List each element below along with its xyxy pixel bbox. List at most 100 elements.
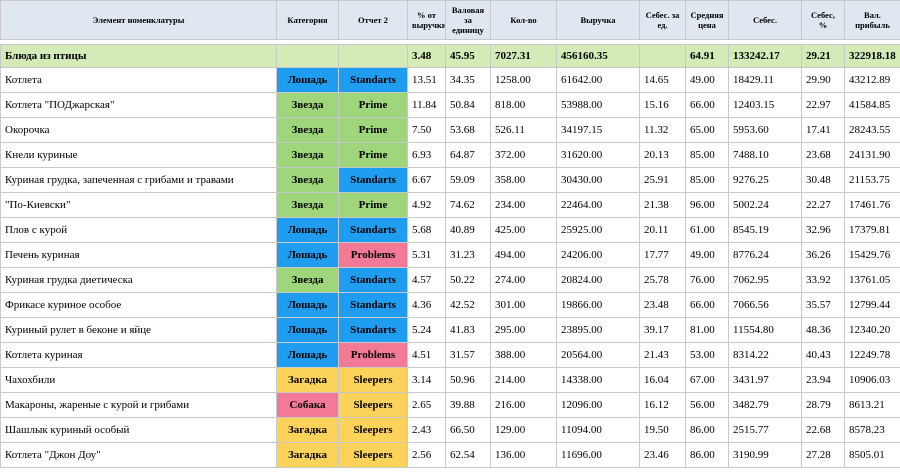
cell-gross-profit: 17379.81 — [844, 217, 900, 243]
cell-gross-unit: 50.96 — [445, 367, 491, 393]
cell-cost: 12403.15 — [728, 92, 802, 118]
table-row[interactable]: Плов с курой Лошадь Standarts 5.68 40.89 425.… — [0, 217, 900, 243]
cell-gross-profit: 17461.76 — [844, 192, 900, 218]
cell-category: Звезда — [276, 142, 339, 168]
cell-report2: Standarts — [338, 317, 408, 343]
cell-pct: 4.51 — [407, 342, 446, 368]
cell-category: Звезда — [276, 92, 339, 118]
header-qty[interactable]: Кол-во — [490, 0, 557, 40]
header-gross-profit[interactable]: Вал. прибыль — [844, 0, 900, 40]
cell-cost-unit: 21.38 — [639, 192, 686, 218]
header-cost[interactable]: Себес. — [728, 0, 802, 40]
cell-report2: Prime — [338, 142, 408, 168]
table-row[interactable]: Куриная грудка, запеченная с грибами и т… — [0, 167, 900, 193]
cell-cost: 18429.11 — [728, 67, 802, 93]
cell-gross-profit: 8613.21 — [844, 392, 900, 418]
cell-cost: 2515.77 — [728, 417, 802, 443]
cell-report2: Standarts — [338, 217, 408, 243]
cell-gross-unit: 40.89 — [445, 217, 491, 243]
total-avg-price: 64.91 — [685, 44, 729, 68]
cell-name: Котлета куриная — [0, 342, 277, 368]
cell-cost: 8545.19 — [728, 217, 802, 243]
cell-category: Лошадь — [276, 67, 339, 93]
table-row[interactable]: Куриная грудка диетическа Звезда Standarts… — [0, 267, 900, 293]
cell-cost-unit: 23.46 — [639, 442, 686, 468]
table-row[interactable]: Печень куриная Лошадь Problems 5.31 31.23 494… — [0, 242, 900, 268]
cell-cost-pct: 35.57 — [801, 292, 845, 318]
cell-cost-pct: 22.27 — [801, 192, 845, 218]
header-avg-price[interactable]: Средняя цена — [685, 0, 729, 40]
cell-avg-price: 76.00 — [685, 267, 729, 293]
cell-report2: Sleepers — [338, 442, 408, 468]
header-revenue[interactable]: Выручка — [556, 0, 640, 40]
cell-pct: 2.43 — [407, 417, 446, 443]
header-cost-pct[interactable]: Себес, % — [801, 0, 845, 40]
cell-gross-profit: 21153.75 — [844, 167, 900, 193]
table-row[interactable]: Кнели куриные Звезда Prime 6.93 64.87 372.00 3… — [0, 142, 900, 168]
header-name[interactable]: Элемент номенклатуры — [0, 0, 277, 40]
cell-revenue: 53988.00 — [556, 92, 640, 118]
header-cost-unit[interactable]: Себес. за ед. — [639, 0, 686, 40]
table-row[interactable]: Котлета куриная Лошадь Problems 4.51 31.57 38… — [0, 342, 900, 368]
total-cost: 133242.17 — [728, 44, 802, 68]
cell-revenue: 24206.00 — [556, 242, 640, 268]
table-row[interactable]: Котлета Лошадь Standarts 13.51 34.35 1258.00 6… — [0, 67, 900, 93]
cell-name: Плов с курой — [0, 217, 277, 243]
table-row[interactable]: Макароны, жареные с курой и грибами Собак… — [0, 392, 900, 418]
cell-cost: 5953.60 — [728, 117, 802, 143]
cell-avg-price: 65.00 — [685, 117, 729, 143]
cell-avg-price: 66.00 — [685, 92, 729, 118]
cell-pct: 2.65 — [407, 392, 446, 418]
cell-revenue: 20824.00 — [556, 267, 640, 293]
cell-category: Звезда — [276, 117, 339, 143]
header-category[interactable]: Категория — [276, 0, 339, 40]
cell-pct: 6.93 — [407, 142, 446, 168]
cell-gross-unit: 41.83 — [445, 317, 491, 343]
cell-gross-unit: 42.52 — [445, 292, 491, 318]
cell-revenue: 19866.00 — [556, 292, 640, 318]
header-report2[interactable]: Отчет 2 — [338, 0, 408, 40]
cell-category: Лошадь — [276, 242, 339, 268]
cell-cost-pct: 17.41 — [801, 117, 845, 143]
table-row[interactable]: Котлета "Джон Доу" Загадка Sleepers 2.56 62.… — [0, 442, 900, 468]
cell-report2: Prime — [338, 192, 408, 218]
header-pct[interactable]: % от выручки — [407, 0, 446, 40]
cell-cost: 7488.10 — [728, 142, 802, 168]
cell-cost-unit: 23.48 — [639, 292, 686, 318]
table-row[interactable]: Куриный рулет в беконе и яйце Лошадь Stand… — [0, 317, 900, 343]
table-row[interactable]: Котлета "ПОДжарская" Звезда Prime 11.84 50.8… — [0, 92, 900, 118]
cell-name: Котлета "Джон Доу" — [0, 442, 277, 468]
cell-category: Звезда — [276, 192, 339, 218]
cell-avg-price: 96.00 — [685, 192, 729, 218]
cell-name: Печень куриная — [0, 242, 277, 268]
total-revenue: 456160.35 — [556, 44, 640, 68]
table-row[interactable]: Чахохбили Загадка Sleepers 3.14 50.96 214.00 1… — [0, 367, 900, 393]
cell-gross-profit: 8505.01 — [844, 442, 900, 468]
total-report2 — [338, 44, 408, 68]
cell-cost-pct: 23.94 — [801, 367, 845, 393]
table-row[interactable]: "По-Киевски" Звезда Prime 4.92 74.62 234.00 22… — [0, 192, 900, 218]
cell-cost-unit: 16.12 — [639, 392, 686, 418]
group-total-row[interactable]: Блюда из птицы 3.48 45.95 7027.31 456160… — [0, 44, 900, 68]
cell-pct: 2.56 — [407, 442, 446, 468]
cell-name: Котлета "ПОДжарская" — [0, 92, 277, 118]
cell-revenue: 25925.00 — [556, 217, 640, 243]
cell-name: Куриная грудка диетическа — [0, 267, 277, 293]
cell-report2: Standarts — [338, 67, 408, 93]
cell-avg-price: 61.00 — [685, 217, 729, 243]
cell-pct: 4.36 — [407, 292, 446, 318]
table-row[interactable]: Шашлык куриный особый Загадка Sleepers 2.43… — [0, 417, 900, 443]
cell-avg-price: 49.00 — [685, 242, 729, 268]
header-gross-unit[interactable]: Валовая за единицу — [445, 0, 491, 40]
cell-report2: Prime — [338, 92, 408, 118]
table-row[interactable]: Окорочка Звезда Prime 7.50 53.68 526.11 34197.… — [0, 117, 900, 143]
cell-pct: 5.24 — [407, 317, 446, 343]
cell-cost-unit: 20.13 — [639, 142, 686, 168]
cell-gross-unit: 64.87 — [445, 142, 491, 168]
cell-avg-price: 67.00 — [685, 367, 729, 393]
cell-revenue: 20564.00 — [556, 342, 640, 368]
cell-cost-unit: 15.16 — [639, 92, 686, 118]
header-row: Элемент номенклатуры Категория Отчет 2 %… — [0, 0, 900, 40]
total-qty: 7027.31 — [490, 44, 557, 68]
table-row[interactable]: Фрикасе куриное особое Лошадь Standarts 4.3… — [0, 292, 900, 318]
